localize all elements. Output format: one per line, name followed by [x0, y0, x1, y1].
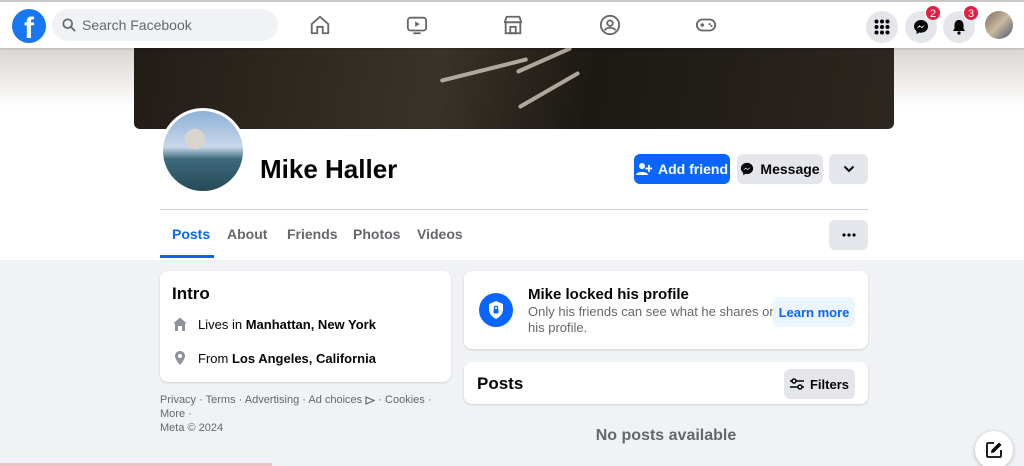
footer-links: Privacy · Terms · Advertising · Ad choic…	[160, 394, 432, 434]
locked-profile-title: Mike locked his profile	[528, 286, 689, 303]
search-icon	[62, 18, 76, 32]
watch-icon[interactable]	[406, 14, 428, 36]
top-navigation-bar: f 2 3	[0, 0, 1024, 48]
home-icon	[173, 317, 187, 331]
cover-detail	[439, 57, 529, 83]
compose-icon	[986, 442, 1002, 458]
posts-title: Posts	[477, 374, 524, 393]
tab-videos[interactable]: Videos	[417, 226, 463, 242]
tabs-more-button[interactable]	[829, 220, 868, 250]
add-friend-button[interactable]: Add friend	[634, 154, 730, 184]
menu-button[interactable]	[866, 11, 898, 43]
notifications-badge: 3	[963, 5, 979, 21]
cover-detail	[517, 70, 581, 110]
locked-profile-badge	[479, 293, 513, 327]
ad-choices-icon	[365, 395, 376, 405]
profile-name: Mike Haller	[260, 154, 398, 184]
active-tab-indicator	[160, 255, 214, 258]
shield-lock-icon	[489, 301, 503, 319]
no-posts-message: No posts available	[595, 427, 737, 444]
marketplace-icon[interactable]	[502, 14, 524, 36]
messenger-badge: 2	[925, 5, 941, 21]
messenger-icon	[741, 162, 754, 176]
account-avatar[interactable]	[985, 11, 1013, 39]
intro-title: Intro	[172, 284, 210, 303]
tab-photos[interactable]: Photos	[353, 226, 400, 242]
messenger-button[interactable]: 2	[905, 5, 941, 43]
notifications-button[interactable]: 3	[943, 5, 979, 43]
search-input[interactable]	[82, 9, 272, 41]
tab-friends[interactable]: Friends	[287, 226, 338, 242]
chevron-down-icon	[843, 165, 854, 173]
bell-icon	[953, 20, 965, 35]
facebook-logo[interactable]: f	[12, 9, 46, 43]
locked-profile-subtitle: Only his friends can see what he shares …	[528, 304, 777, 335]
gaming-icon[interactable]	[695, 14, 717, 36]
add-friend-icon	[636, 163, 652, 175]
tab-about[interactable]: About	[227, 226, 267, 242]
groups-icon[interactable]	[599, 14, 621, 36]
profile-picture[interactable]	[160, 108, 246, 194]
learn-more-button[interactable]: Learn more	[773, 297, 855, 327]
header-divider	[160, 209, 868, 210]
tab-posts[interactable]: Posts	[172, 226, 210, 242]
more-dots-icon	[841, 233, 856, 237]
message-button[interactable]: Message	[737, 154, 823, 184]
search-box[interactable]	[52, 9, 278, 41]
new-message-button[interactable]	[975, 431, 1013, 466]
more-options-button[interactable]	[829, 154, 868, 184]
intro-lives-in: Lives in Manhattan, New York	[172, 316, 376, 332]
location-pin-icon	[175, 351, 185, 365]
filters-icon	[789, 378, 804, 390]
intro-from: From Los Angeles, California	[172, 350, 376, 366]
home-icon[interactable]	[309, 14, 331, 36]
cover-photo[interactable]	[134, 48, 894, 129]
filters-button[interactable]: Filters	[784, 369, 855, 399]
grid-menu-icon	[874, 19, 890, 35]
messenger-icon	[914, 20, 928, 34]
